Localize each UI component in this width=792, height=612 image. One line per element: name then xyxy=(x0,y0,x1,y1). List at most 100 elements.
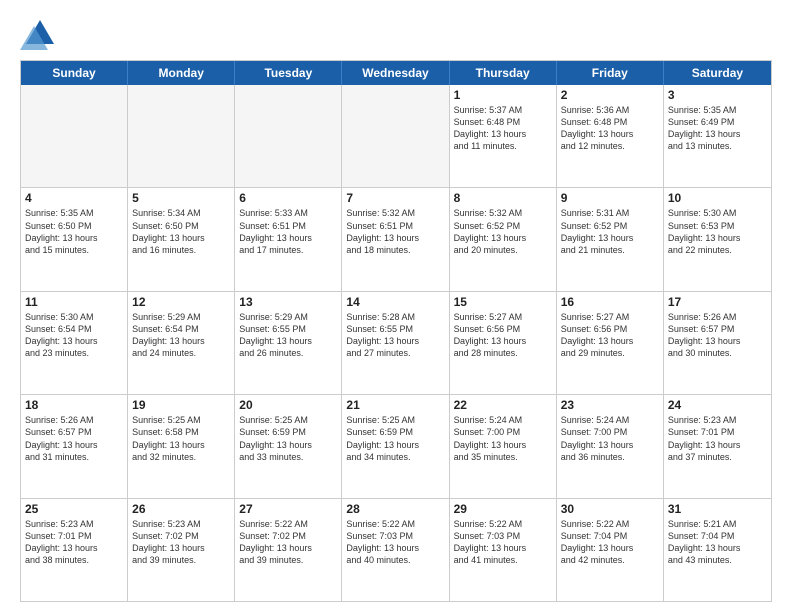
day-number: 26 xyxy=(132,502,230,516)
cal-cell: 7 Sunrise: 5:32 AM Sunset: 6:51 PM Daylig… xyxy=(342,188,449,290)
calendar-row-3: 18 Sunrise: 5:26 AM Sunset: 6:57 PM Dayli… xyxy=(21,394,771,497)
day-number: 24 xyxy=(668,398,767,412)
cell-info: Sunrise: 5:28 AM Sunset: 6:55 PM Dayligh… xyxy=(346,311,444,360)
day-number: 1 xyxy=(454,88,552,102)
day-number: 18 xyxy=(25,398,123,412)
cell-info: Sunrise: 5:32 AM Sunset: 6:51 PM Dayligh… xyxy=(346,207,444,256)
day-number: 7 xyxy=(346,191,444,205)
calendar-row-4: 25 Sunrise: 5:23 AM Sunset: 7:01 PM Dayli… xyxy=(21,498,771,601)
header-day-thursday: Thursday xyxy=(450,61,557,85)
header-day-friday: Friday xyxy=(557,61,664,85)
cal-cell: 27 Sunrise: 5:22 AM Sunset: 7:02 PM Dayli… xyxy=(235,499,342,601)
cal-cell: 12 Sunrise: 5:29 AM Sunset: 6:54 PM Dayli… xyxy=(128,292,235,394)
cell-info: Sunrise: 5:26 AM Sunset: 6:57 PM Dayligh… xyxy=(25,414,123,463)
day-number: 31 xyxy=(668,502,767,516)
cell-info: Sunrise: 5:30 AM Sunset: 6:53 PM Dayligh… xyxy=(668,207,767,256)
day-number: 27 xyxy=(239,502,337,516)
day-number: 20 xyxy=(239,398,337,412)
cell-info: Sunrise: 5:22 AM Sunset: 7:03 PM Dayligh… xyxy=(454,518,552,567)
day-number: 3 xyxy=(668,88,767,102)
calendar-row-0: 1Sunrise: 5:37 AM Sunset: 6:48 PM Daylig… xyxy=(21,85,771,187)
cal-cell: 6 Sunrise: 5:33 AM Sunset: 6:51 PM Daylig… xyxy=(235,188,342,290)
cal-cell: 19 Sunrise: 5:25 AM Sunset: 6:58 PM Dayli… xyxy=(128,395,235,497)
cal-cell: 2 Sunrise: 5:36 AM Sunset: 6:48 PM Daylig… xyxy=(557,85,664,187)
header-day-saturday: Saturday xyxy=(664,61,771,85)
cal-cell: 10 Sunrise: 5:30 AM Sunset: 6:53 PM Dayli… xyxy=(664,188,771,290)
calendar-row-2: 11 Sunrise: 5:30 AM Sunset: 6:54 PM Dayli… xyxy=(21,291,771,394)
cell-info: Sunrise: 5:25 AM Sunset: 6:59 PM Dayligh… xyxy=(346,414,444,463)
day-number: 23 xyxy=(561,398,659,412)
header-day-tuesday: Tuesday xyxy=(235,61,342,85)
cell-info: Sunrise: 5:35 AM Sunset: 6:49 PM Dayligh… xyxy=(668,104,767,153)
cal-cell: 29Sunrise: 5:22 AM Sunset: 7:03 PM Dayli… xyxy=(450,499,557,601)
cal-cell: 21 Sunrise: 5:25 AM Sunset: 6:59 PM Dayli… xyxy=(342,395,449,497)
day-number: 21 xyxy=(346,398,444,412)
cell-info: Sunrise: 5:33 AM Sunset: 6:51 PM Dayligh… xyxy=(239,207,337,256)
calendar-row-1: 4Sunrise: 5:35 AM Sunset: 6:50 PM Daylig… xyxy=(21,187,771,290)
day-number: 5 xyxy=(132,191,230,205)
cal-cell: 5 Sunrise: 5:34 AM Sunset: 6:50 PM Daylig… xyxy=(128,188,235,290)
day-number: 2 xyxy=(561,88,659,102)
cell-info: Sunrise: 5:29 AM Sunset: 6:54 PM Dayligh… xyxy=(132,311,230,360)
header-day-monday: Monday xyxy=(128,61,235,85)
cell-info: Sunrise: 5:23 AM Sunset: 7:01 PM Dayligh… xyxy=(25,518,123,567)
cell-info: Sunrise: 5:34 AM Sunset: 6:50 PM Dayligh… xyxy=(132,207,230,256)
day-number: 14 xyxy=(346,295,444,309)
cell-info: Sunrise: 5:30 AM Sunset: 6:54 PM Dayligh… xyxy=(25,311,123,360)
day-number: 15 xyxy=(454,295,552,309)
cal-cell: 26 Sunrise: 5:23 AM Sunset: 7:02 PM Dayli… xyxy=(128,499,235,601)
cal-cell: 31 Sunrise: 5:21 AM Sunset: 7:04 PM Dayli… xyxy=(664,499,771,601)
logo xyxy=(20,16,60,52)
day-number: 19 xyxy=(132,398,230,412)
calendar-body: 1Sunrise: 5:37 AM Sunset: 6:48 PM Daylig… xyxy=(21,85,771,601)
cell-info: Sunrise: 5:27 AM Sunset: 6:56 PM Dayligh… xyxy=(561,311,659,360)
cal-cell: 18 Sunrise: 5:26 AM Sunset: 6:57 PM Dayli… xyxy=(21,395,128,497)
cal-cell xyxy=(235,85,342,187)
day-number: 10 xyxy=(668,191,767,205)
cal-cell: 24 Sunrise: 5:23 AM Sunset: 7:01 PM Dayli… xyxy=(664,395,771,497)
cell-info: Sunrise: 5:27 AM Sunset: 6:56 PM Dayligh… xyxy=(454,311,552,360)
cell-info: Sunrise: 5:24 AM Sunset: 7:00 PM Dayligh… xyxy=(561,414,659,463)
calendar: SundayMondayTuesdayWednesdayThursdayFrid… xyxy=(20,60,772,602)
cal-cell: 16Sunrise: 5:27 AM Sunset: 6:56 PM Dayli… xyxy=(557,292,664,394)
day-number: 28 xyxy=(346,502,444,516)
cal-cell xyxy=(128,85,235,187)
day-number: 25 xyxy=(25,502,123,516)
cell-info: Sunrise: 5:22 AM Sunset: 7:02 PM Dayligh… xyxy=(239,518,337,567)
day-number: 12 xyxy=(132,295,230,309)
header xyxy=(20,16,772,52)
cal-cell: 3 Sunrise: 5:35 AM Sunset: 6:49 PM Daylig… xyxy=(664,85,771,187)
day-number: 6 xyxy=(239,191,337,205)
day-number: 11 xyxy=(25,295,123,309)
cell-info: Sunrise: 5:31 AM Sunset: 6:52 PM Dayligh… xyxy=(561,207,659,256)
cell-info: Sunrise: 5:24 AM Sunset: 7:00 PM Dayligh… xyxy=(454,414,552,463)
cal-cell: 30 Sunrise: 5:22 AM Sunset: 7:04 PM Dayli… xyxy=(557,499,664,601)
cal-cell: 11 Sunrise: 5:30 AM Sunset: 6:54 PM Dayli… xyxy=(21,292,128,394)
cal-cell: 25 Sunrise: 5:23 AM Sunset: 7:01 PM Dayli… xyxy=(21,499,128,601)
day-number: 4 xyxy=(25,191,123,205)
cal-cell: 20 Sunrise: 5:25 AM Sunset: 6:59 PM Dayli… xyxy=(235,395,342,497)
logo-icon xyxy=(20,16,56,52)
header-day-wednesday: Wednesday xyxy=(342,61,449,85)
cell-info: Sunrise: 5:36 AM Sunset: 6:48 PM Dayligh… xyxy=(561,104,659,153)
cell-info: Sunrise: 5:21 AM Sunset: 7:04 PM Dayligh… xyxy=(668,518,767,567)
calendar-header: SundayMondayTuesdayWednesdayThursdayFrid… xyxy=(21,61,771,85)
cal-cell: 8Sunrise: 5:32 AM Sunset: 6:52 PM Daylig… xyxy=(450,188,557,290)
day-number: 9 xyxy=(561,191,659,205)
cell-info: Sunrise: 5:22 AM Sunset: 7:04 PM Dayligh… xyxy=(561,518,659,567)
cell-info: Sunrise: 5:25 AM Sunset: 6:59 PM Dayligh… xyxy=(239,414,337,463)
day-number: 17 xyxy=(668,295,767,309)
cal-cell: 22Sunrise: 5:24 AM Sunset: 7:00 PM Dayli… xyxy=(450,395,557,497)
cell-info: Sunrise: 5:25 AM Sunset: 6:58 PM Dayligh… xyxy=(132,414,230,463)
cell-info: Sunrise: 5:23 AM Sunset: 7:01 PM Dayligh… xyxy=(668,414,767,463)
day-number: 13 xyxy=(239,295,337,309)
cal-cell xyxy=(21,85,128,187)
cal-cell: 9 Sunrise: 5:31 AM Sunset: 6:52 PM Daylig… xyxy=(557,188,664,290)
cell-info: Sunrise: 5:26 AM Sunset: 6:57 PM Dayligh… xyxy=(668,311,767,360)
day-number: 30 xyxy=(561,502,659,516)
cell-info: Sunrise: 5:29 AM Sunset: 6:55 PM Dayligh… xyxy=(239,311,337,360)
cell-info: Sunrise: 5:23 AM Sunset: 7:02 PM Dayligh… xyxy=(132,518,230,567)
header-day-sunday: Sunday xyxy=(21,61,128,85)
cal-cell: 13 Sunrise: 5:29 AM Sunset: 6:55 PM Dayli… xyxy=(235,292,342,394)
cell-info: Sunrise: 5:22 AM Sunset: 7:03 PM Dayligh… xyxy=(346,518,444,567)
